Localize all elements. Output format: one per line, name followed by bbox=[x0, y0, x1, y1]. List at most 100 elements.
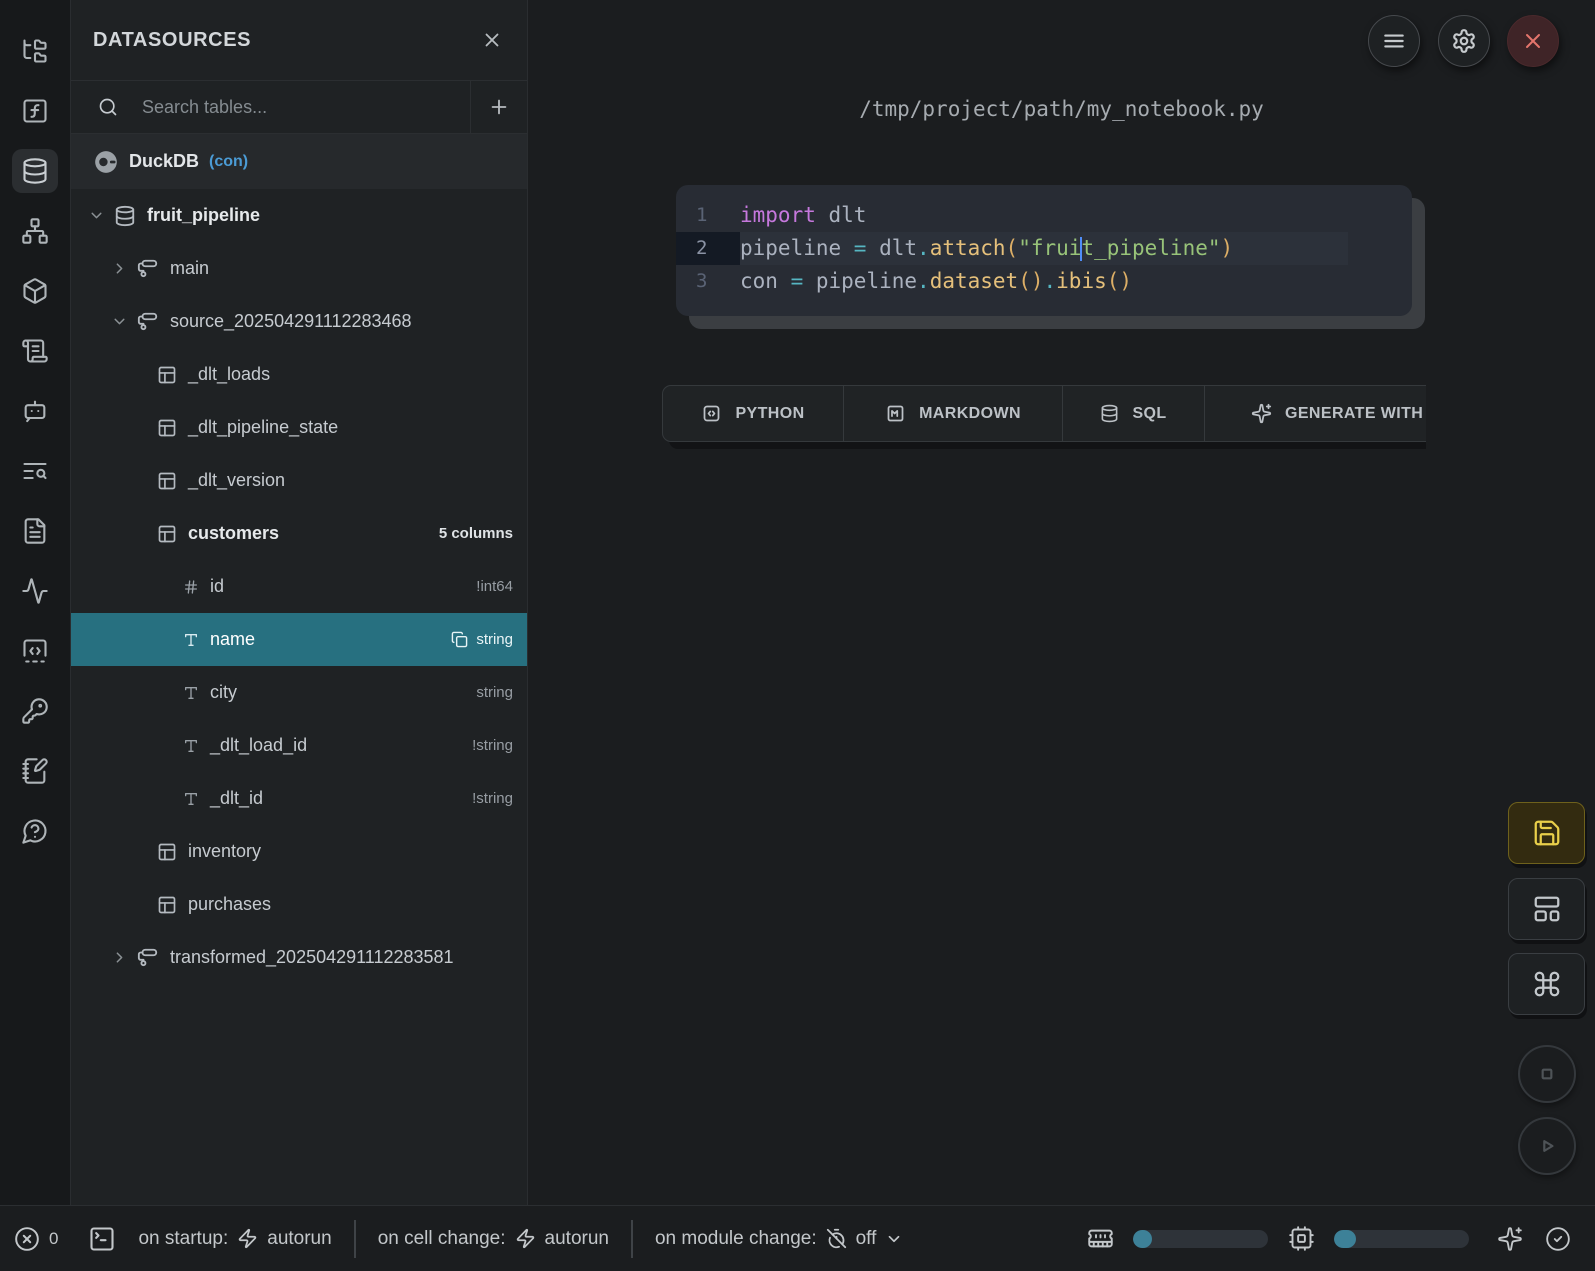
table-icon bbox=[157, 842, 177, 862]
chevron-down-icon bbox=[885, 1230, 903, 1248]
datasources-panel-header: DATASOURCES bbox=[71, 0, 527, 81]
memory-icon bbox=[1087, 1225, 1114, 1252]
memory-usage-bar bbox=[1133, 1230, 1268, 1248]
error-count: 0 bbox=[49, 1229, 58, 1249]
toggle-label: on startup: bbox=[138, 1228, 228, 1250]
kernel-status-indicator[interactable] bbox=[1545, 1226, 1571, 1252]
search-tables-input[interactable]: Search tables... bbox=[71, 81, 470, 133]
code-text: pipeline = dlt.attach("fruit_pipeline") bbox=[740, 232, 1348, 265]
database-icon bbox=[1100, 404, 1119, 423]
add-button-label: GENERATE WITH AI bbox=[1285, 405, 1426, 423]
sidebar-item-search-logs[interactable] bbox=[12, 449, 58, 493]
sidebar-item-logs[interactable] bbox=[12, 329, 58, 373]
tree-label: fruit_pipeline bbox=[147, 205, 260, 226]
stop-icon bbox=[1534, 1061, 1560, 1087]
save-notebook-button[interactable] bbox=[1508, 802, 1585, 864]
tree-row-_dlt_version[interactable]: _dlt_version bbox=[71, 454, 527, 507]
sidebar-item-help[interactable] bbox=[12, 809, 58, 853]
tree-label: main bbox=[170, 258, 209, 279]
square-function-icon bbox=[21, 97, 49, 125]
sidebar-item-datasources[interactable] bbox=[12, 149, 58, 193]
close-app-button[interactable] bbox=[1507, 15, 1559, 67]
code-line-3: 3con = pipeline.dataset().ibis() bbox=[676, 265, 1412, 298]
copy-icon[interactable] bbox=[451, 631, 468, 648]
generate-with-ai-button[interactable]: GENERATE WITH AI bbox=[1205, 386, 1426, 441]
sidebar-item-secrets[interactable] bbox=[12, 689, 58, 733]
menu-button[interactable] bbox=[1368, 15, 1420, 67]
sidebar-item-file-explorer[interactable] bbox=[12, 29, 58, 73]
add-markdown-cell-button[interactable]: MARKDOWN bbox=[844, 386, 1063, 441]
sidebar-item-documentation[interactable] bbox=[12, 509, 58, 553]
tree-row-name[interactable]: namestring bbox=[71, 613, 527, 666]
settings-button[interactable] bbox=[1438, 15, 1490, 67]
database-icon bbox=[21, 157, 49, 185]
copy-icon bbox=[451, 631, 468, 648]
database-icon bbox=[114, 205, 136, 227]
tree-row-source_202504291112283468[interactable]: source_202504291112283468 bbox=[71, 295, 527, 348]
connection-row-duckdb[interactable]: DuckDB (con) bbox=[71, 134, 527, 189]
tree-row-_dlt_loads[interactable]: _dlt_loads bbox=[71, 348, 527, 401]
runtime-toggle-3[interactable]: on module change:off bbox=[655, 1228, 903, 1250]
add-sql-cell-button[interactable]: SQL bbox=[1063, 386, 1205, 441]
play-icon bbox=[1534, 1133, 1560, 1159]
chevron-down-icon[interactable] bbox=[111, 313, 128, 330]
sidebar-item-dependencies[interactable] bbox=[12, 209, 58, 253]
tree-row-_dlt_pipeline_state[interactable]: _dlt_pipeline_state bbox=[71, 401, 527, 454]
toggle-layout-button[interactable] bbox=[1508, 878, 1585, 940]
tree-row-customers[interactable]: customers5 columns bbox=[71, 507, 527, 560]
chevron-right-icon[interactable] bbox=[111, 260, 128, 277]
panel-title: DATASOURCES bbox=[93, 29, 251, 52]
code-square-icon bbox=[701, 403, 722, 424]
tree-row-main[interactable]: main bbox=[71, 242, 527, 295]
table-icon bbox=[157, 418, 177, 438]
search-placeholder: Search tables... bbox=[142, 97, 267, 118]
add-button-label: PYTHON bbox=[735, 405, 804, 423]
tree-row-fruit_pipeline[interactable]: fruit_pipeline bbox=[71, 189, 527, 242]
error-indicator[interactable]: 0 bbox=[14, 1226, 58, 1252]
runtime-toggle-2[interactable]: on cell change:autorun bbox=[378, 1228, 609, 1250]
code-cell-editor[interactable]: 1import dlt2pipeline = dlt.attach("fruit… bbox=[676, 185, 1412, 316]
add-python-cell-button[interactable]: PYTHON bbox=[663, 386, 844, 441]
runtime-toggle-1[interactable]: on startup: autorun bbox=[138, 1228, 331, 1250]
toggle-value: off bbox=[856, 1228, 877, 1250]
settings-icon bbox=[1451, 28, 1477, 54]
activity-sidebar bbox=[0, 0, 71, 1205]
chevron-down-icon bbox=[88, 207, 105, 224]
type-icon bbox=[183, 632, 199, 648]
sidebar-item-snippets[interactable] bbox=[12, 629, 58, 673]
marimo-editor-window: DATASOURCES Search tables... DuckDB (con… bbox=[0, 0, 1595, 1271]
paint-roller-icon bbox=[137, 258, 159, 280]
tree-row-purchases[interactable]: purchases bbox=[71, 878, 527, 931]
chevron-right-icon[interactable] bbox=[111, 949, 128, 966]
zap-icon bbox=[237, 1228, 258, 1249]
tree-row-_dlt_id[interactable]: _dlt_id!string bbox=[71, 772, 527, 825]
tree-row-id[interactable]: id!int64 bbox=[71, 560, 527, 613]
sidebar-item-ai-chat[interactable] bbox=[12, 389, 58, 433]
toggle-value: autorun bbox=[267, 1228, 331, 1250]
save-icon bbox=[1532, 818, 1562, 848]
tree-row-_dlt_load_id[interactable]: _dlt_load_id!string bbox=[71, 719, 527, 772]
keyboard-shortcuts-button[interactable] bbox=[1508, 953, 1585, 1015]
tree-label: _dlt_version bbox=[188, 470, 285, 491]
type-icon bbox=[183, 685, 199, 701]
chevron-down-icon[interactable] bbox=[88, 207, 105, 224]
tree-row-inventory[interactable]: inventory bbox=[71, 825, 527, 878]
table-icon bbox=[157, 895, 177, 915]
text-search-icon bbox=[21, 457, 49, 485]
sidebar-item-scratchpad[interactable] bbox=[12, 749, 58, 793]
tree-row-city[interactable]: citystring bbox=[71, 666, 527, 719]
sidebar-item-variables[interactable] bbox=[12, 89, 58, 133]
circle-check-icon bbox=[1545, 1226, 1571, 1252]
paint-roller-icon bbox=[137, 311, 159, 333]
tree-row-transformed_202504291112283581[interactable]: transformed_202504291112283581 bbox=[71, 931, 527, 984]
add-datasource-button[interactable] bbox=[470, 81, 527, 133]
sidebar-item-packages[interactable] bbox=[12, 269, 58, 313]
terminal-button[interactable] bbox=[88, 1225, 116, 1253]
run-cells-button[interactable] bbox=[1518, 1117, 1576, 1175]
sidebar-item-tracing[interactable] bbox=[12, 569, 58, 613]
stop-kernel-button[interactable] bbox=[1518, 1045, 1576, 1103]
ai-assist-button[interactable] bbox=[1497, 1226, 1523, 1252]
close-panel-button[interactable] bbox=[481, 29, 503, 51]
search-icon bbox=[98, 97, 118, 117]
chevron-right-icon bbox=[111, 260, 128, 277]
